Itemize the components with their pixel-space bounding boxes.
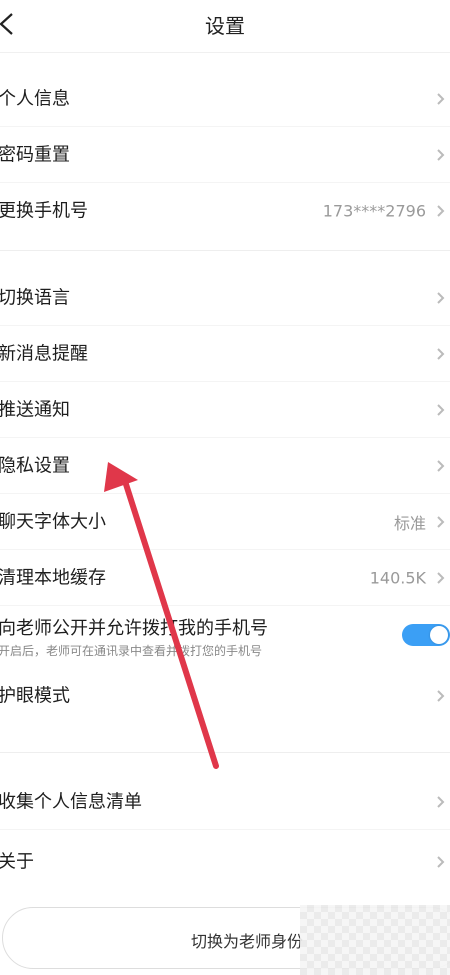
chevron-right-icon [437,92,445,105]
chevron-right-icon [437,459,445,472]
chevron-right-icon [437,795,445,808]
settings-item-label: 清理本地缓存 [0,567,106,589]
section-divider [0,250,450,251]
toggle-knob [430,626,448,644]
settings-item-clear-cache[interactable]: 清理本地缓存 140.5K [0,550,450,606]
settings-item-privacy[interactable]: 隐私设置 [0,438,450,494]
switch-role-label: 切换为老师身份 [190,932,303,951]
settings-item-label: 密码重置 [0,144,70,166]
settings-item-language[interactable]: 切换语言 [0,270,450,326]
settings-item-push-notification[interactable]: 推送通知 [0,382,450,438]
chevron-right-icon [437,291,445,304]
settings-item-phone-visibility: 向老师公开并允许拨打我的手机号 开启后，老师可在通讯录中查看并拨打您的手机号 [0,606,450,666]
settings-item-label: 更换手机号 [0,200,88,222]
settings-item-personal-info-list[interactable]: 收集个人信息清单 [0,774,450,830]
settings-item-label: 推送通知 [0,399,70,421]
settings-item-chat-font-size[interactable]: 聊天字体大小 标准 [0,494,450,550]
top-bar: 设置 [0,0,450,53]
settings-item-password-reset[interactable]: 密码重置 [0,127,450,183]
settings-item-label: 关于 [0,851,34,873]
chevron-right-icon [437,571,445,584]
settings-item-personal-info[interactable]: 个人信息 [0,71,450,127]
chevron-right-icon [437,205,445,217]
settings-item-label: 护眼模式 [0,685,70,707]
settings-item-label: 聊天字体大小 [0,511,106,533]
settings-item-hint: 开启后，老师可在通讯录中查看并拨打您的手机号 [0,644,263,658]
chevron-right-icon [437,148,445,161]
chevron-right-icon [437,690,445,702]
chevron-right-icon [437,515,445,528]
section-divider [0,752,450,753]
settings-item-change-phone[interactable]: 更换手机号 173****2796 [0,183,450,239]
chevron-right-icon [437,347,445,360]
chevron-right-icon [437,403,445,416]
settings-item-about[interactable]: 关于 [0,834,450,890]
settings-item-label: 新消息提醒 [0,343,88,365]
chevron-right-icon [437,856,445,868]
settings-item-new-message-alert[interactable]: 新消息提醒 [0,326,450,382]
settings-item-label: 收集个人信息清单 [0,791,142,813]
watermark-mosaic [300,905,450,975]
phone-number-value: 173****2796 [322,201,426,221]
phone-visibility-toggle[interactable] [402,624,450,646]
font-size-value: 标准 [393,513,426,533]
cache-size-value: 140.5K [369,568,426,587]
settings-item-label: 个人信息 [0,88,70,110]
settings-item-eye-mode[interactable]: 护眼模式 [0,668,450,724]
settings-item-label: 向老师公开并允许拨打我的手机号 [0,618,268,639]
page-title: 设置 [205,14,245,38]
settings-item-label: 切换语言 [0,287,70,309]
settings-item-label: 隐私设置 [0,455,70,477]
